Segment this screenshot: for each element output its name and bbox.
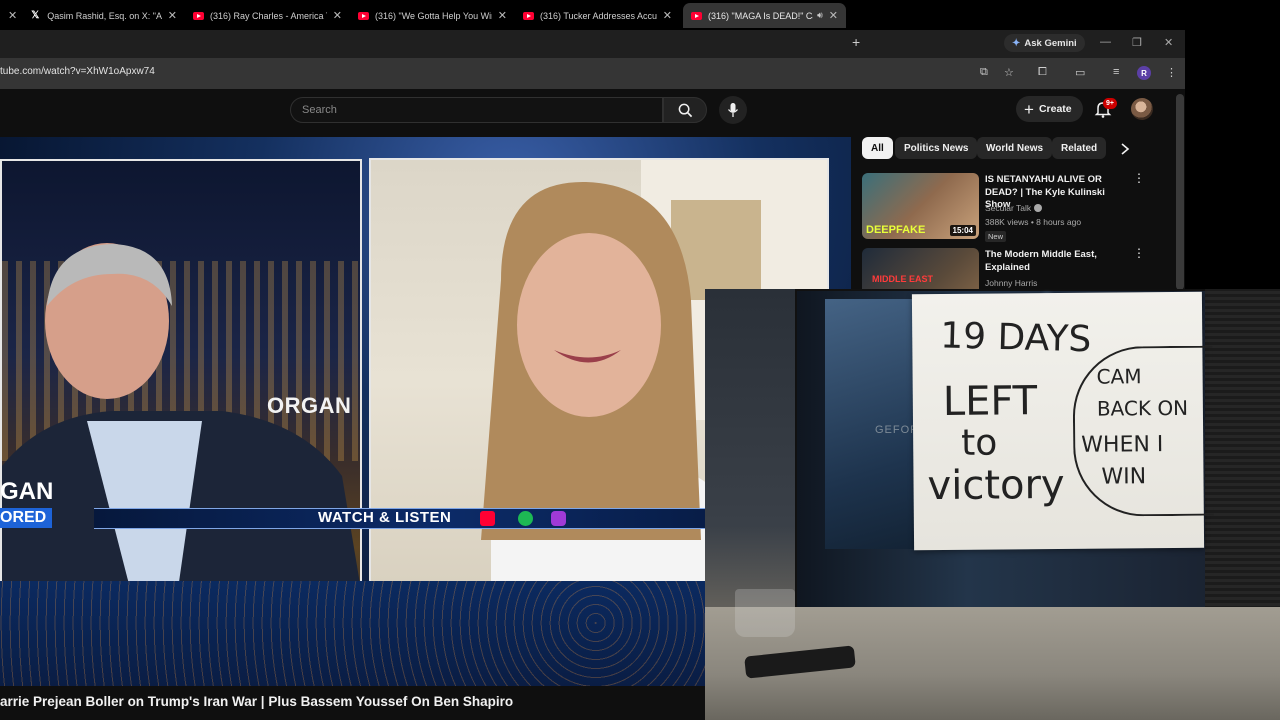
uncensored-tag: ORED xyxy=(0,508,53,528)
install-app-icon[interactable]: ⧉ xyxy=(980,66,988,79)
search-button[interactable] xyxy=(663,97,707,123)
recommended-video[interactable]: MIDDLE EAST The Modern Middle East, Expl… xyxy=(862,248,1162,290)
more-options-icon[interactable]: ⋮ xyxy=(1133,172,1145,184)
sign-line: victory xyxy=(927,461,1065,510)
extensions-icon[interactable]: ⧠ xyxy=(1038,66,1047,79)
plus-icon: + xyxy=(1024,99,1034,119)
chip-all[interactable]: All xyxy=(862,137,893,159)
tab-title: Qasim Rashid, Esq. on X: "An u xyxy=(47,10,162,21)
close-icon[interactable]: ✕ xyxy=(663,9,672,22)
watch-listen-label: WATCH & LISTEN xyxy=(318,509,452,526)
video-meta: 388K views • 8 hours ago xyxy=(985,217,1082,227)
sign-side-line: WHEN I xyxy=(1081,432,1164,458)
sign-side-line: BACK ON xyxy=(1096,395,1189,421)
browser-tab[interactable]: (316) Tucker Addresses Accusa ✕ xyxy=(515,3,680,28)
chip-world-news[interactable]: World News xyxy=(977,137,1053,159)
notifications-count-badge: 9+ xyxy=(1103,98,1117,109)
speaker-icon[interactable]: 🔊︎ xyxy=(817,10,823,21)
close-icon[interactable]: ✕ xyxy=(498,9,507,22)
voice-search-button[interactable] xyxy=(719,96,747,124)
page-scrollbar[interactable] xyxy=(1176,94,1184,290)
video-title: arrie Prejean Boller on Trump's Iran War… xyxy=(0,694,514,709)
show-name-lower: GAN xyxy=(0,478,54,505)
channel-name-text: Secular Talk xyxy=(985,203,1032,213)
youtube-icon xyxy=(358,11,369,20)
create-label: Create xyxy=(1038,103,1072,115)
sign-line: LEFT xyxy=(942,378,1038,426)
show-name-overlay: ORGAN xyxy=(267,393,352,418)
browser-tab[interactable]: ✕ 𝕏 Qasim Rashid, Esq. on X: "An u ✕ xyxy=(0,3,185,28)
new-tab-plus-icon[interactable]: + xyxy=(852,34,860,50)
tab-title: (316) Ray Charles - America Th xyxy=(210,10,327,21)
youtube-icon xyxy=(193,11,204,20)
close-icon[interactable]: ✕ xyxy=(829,9,838,22)
chevron-right-icon[interactable] xyxy=(1120,143,1130,155)
new-badge: New xyxy=(985,231,1007,242)
video-thumbnail[interactable]: DEEPFAKE 15:04 xyxy=(862,173,979,239)
youtube-icon xyxy=(523,11,534,20)
close-icon[interactable]: ✕ xyxy=(333,9,342,22)
close-icon[interactable]: ✕ xyxy=(168,9,177,22)
microphone-icon xyxy=(727,103,739,117)
spotify-icon xyxy=(518,511,533,526)
media-controls-icon[interactable]: ≡ xyxy=(1113,66,1119,78)
recommended-video[interactable]: DEEPFAKE 15:04 IS NETANYAHU ALIVE OR DEA… xyxy=(862,172,1162,243)
gemini-sparkle-icon: ✦ xyxy=(1012,37,1021,49)
podcasts-icon xyxy=(551,511,566,526)
video-thumbnail[interactable]: MIDDLE EAST xyxy=(862,248,979,290)
tab-title: (316) "MAGA Is DEAD!" Car xyxy=(708,10,814,21)
glass-cup xyxy=(735,589,795,637)
webcam-overlay: GEFORCE R 19 DAYS LEFT to victory CAM BA… xyxy=(705,289,1280,720)
channel-name[interactable]: Secular Talk xyxy=(985,203,1043,213)
sign-line: to xyxy=(961,422,998,464)
sign-side-line: CAM xyxy=(1096,364,1142,389)
sign-side-line: WIN xyxy=(1101,464,1147,490)
window-close-icon[interactable]: ✕ xyxy=(1164,36,1173,49)
sign-line: 19 DAYS xyxy=(939,315,1092,361)
browser-menu-icon[interactable]: ⋮ xyxy=(1166,66,1177,79)
restore-icon[interactable]: ❐ xyxy=(1132,36,1142,49)
video-duration: 15:04 xyxy=(949,225,976,236)
thumbnail-caption: DEEPFAKE xyxy=(866,224,926,236)
browser-profile-avatar[interactable]: R xyxy=(1137,66,1151,80)
verified-icon xyxy=(1034,204,1043,212)
more-options-icon[interactable]: ⋮ xyxy=(1133,248,1145,259)
browser-tab[interactable]: (316) "We Gotta Help You Win! ✕ xyxy=(350,3,515,28)
browser-tab[interactable]: (316) Ray Charles - America Th ✕ xyxy=(185,3,350,28)
channel-name[interactable]: Johnny Harris xyxy=(985,278,1037,288)
account-avatar[interactable] xyxy=(1131,98,1153,120)
ask-gemini-label: Ask Gemini xyxy=(1024,37,1077,49)
chip-politics-news[interactable]: Politics News xyxy=(895,137,978,159)
chip-related[interactable]: Related xyxy=(1052,137,1107,159)
create-button[interactable]: + Create xyxy=(1016,96,1083,122)
tab-title: (316) "We Gotta Help You Win! xyxy=(375,10,492,21)
minimize-icon[interactable]: — xyxy=(1100,36,1111,48)
handwritten-sign: 19 DAYS LEFT to victory CAM BACK ON WHEN… xyxy=(911,291,1214,551)
close-icon[interactable]: ✕ xyxy=(8,9,17,22)
thumbnail-caption: MIDDLE EAST xyxy=(872,274,934,284)
url-text[interactable]: tube.com/watch?v=XhW1oApxw74 xyxy=(0,66,155,77)
tab-title: (316) Tucker Addresses Accusa xyxy=(540,10,657,21)
pc-mesh-side xyxy=(1205,289,1280,609)
video-title[interactable]: The Modern Middle East, Explained xyxy=(985,249,1130,274)
youtube-icon xyxy=(691,11,702,20)
x-icon: 𝕏 xyxy=(31,10,40,21)
ask-gemini-button[interactable]: ✦ Ask Gemini xyxy=(1004,34,1085,52)
browser-tab-active[interactable]: (316) "MAGA Is DEAD!" Car 🔊︎ ✕ xyxy=(683,3,846,28)
cast-icon[interactable]: ▭ xyxy=(1075,66,1085,79)
bookmark-star-icon[interactable]: ☆ xyxy=(1004,66,1014,79)
search-icon xyxy=(678,103,692,117)
youtube-icon xyxy=(480,511,495,526)
search-input[interactable]: Search xyxy=(290,97,663,123)
